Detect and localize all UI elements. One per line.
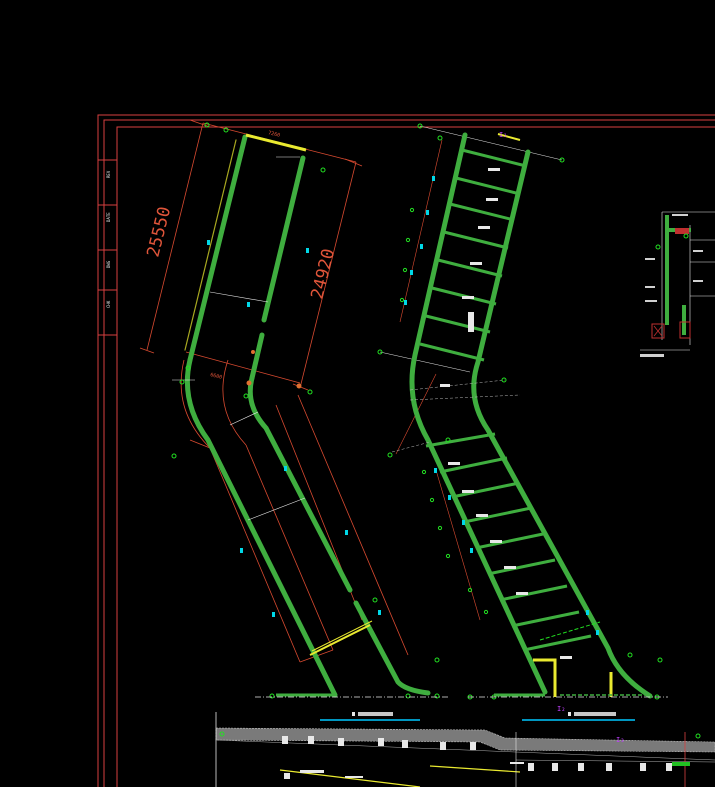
- svg-text:DWG: DWG: [106, 260, 111, 268]
- left-ramp-dimension-lines: [139, 119, 409, 663]
- svg-text:REV: REV: [106, 170, 111, 178]
- left-ramp-plan: 25550 24920 7260 6600: [139, 119, 448, 721]
- right-ramp-caption: [568, 712, 616, 716]
- right-ramp-dimension-chain: [395, 139, 481, 621]
- longitudinal-section: I₃: [215, 712, 715, 787]
- right-ramp-walls: [409, 132, 653, 699]
- section-mark-i1: I₁: [499, 131, 507, 139]
- svg-text:DATE: DATE: [106, 212, 111, 222]
- wall-detail: [640, 211, 715, 357]
- svg-text:CHK: CHK: [106, 300, 111, 308]
- right-ramp-plan: I₁ I₂: [377, 123, 668, 721]
- left-ramp-crossing: [309, 620, 373, 656]
- dim-mid-width: 6600: [210, 372, 223, 381]
- dim-left-long: 25550: [143, 205, 175, 260]
- left-ramp-caption: [352, 712, 393, 716]
- cad-drawing-canvas: REV DATE DWG CHK 25550 24920 7260 6600 I…: [97, 114, 715, 787]
- section-mark-i2: I₂: [557, 705, 565, 713]
- dim-top-width: 7260: [268, 130, 281, 139]
- right-ramp-nodes: [377, 123, 663, 700]
- left-ramp-cyan-tags: [207, 240, 381, 617]
- left-ramp-nodes: [171, 122, 440, 699]
- right-ramp-stair-markers: [497, 133, 613, 697]
- dim-right-long: 24920: [307, 247, 339, 302]
- section-mark-i3: I₃: [616, 736, 624, 744]
- frame-labels: REV DATE DWG CHK: [106, 170, 111, 308]
- right-ramp-dim-ticks: [379, 125, 563, 373]
